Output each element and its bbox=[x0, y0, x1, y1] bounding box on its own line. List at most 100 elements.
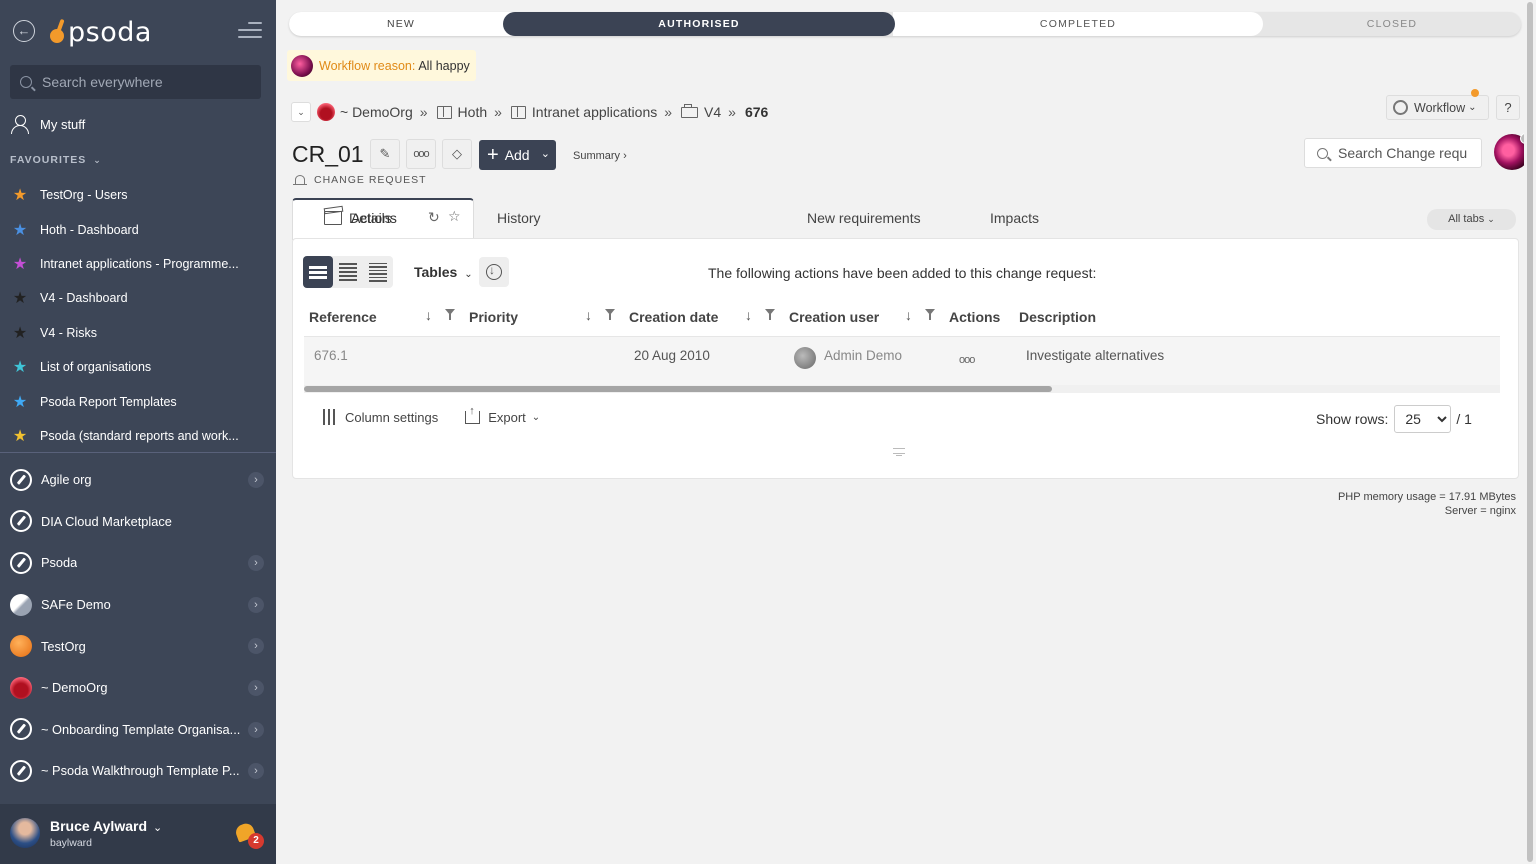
filter-icon[interactable] bbox=[605, 309, 615, 320]
chevron-right-icon[interactable]: › bbox=[248, 472, 264, 488]
sidebar-item-organisation[interactable]: ~ Psoda Walkthrough Template P... › bbox=[0, 750, 276, 792]
collapse-menu-icon[interactable] bbox=[238, 22, 262, 40]
resize-grip-icon[interactable] bbox=[893, 448, 905, 456]
favourite-item[interactable]: ★ V4 - Risks bbox=[10, 316, 270, 350]
compass-icon bbox=[10, 551, 32, 574]
chevron-right-icon[interactable]: › bbox=[248, 555, 264, 572]
chevron-down-icon[interactable]: ⌄ bbox=[291, 102, 311, 122]
sidebar-item-organisation[interactable]: ~ DemoOrg › bbox=[0, 667, 276, 709]
my-stuff-link[interactable]: My stuff bbox=[10, 114, 85, 134]
column-header-creation-date[interactable]: Creation date bbox=[629, 309, 718, 325]
tab-impacts[interactable]: Impacts bbox=[990, 210, 1039, 226]
breadcrumb-separator-icon: » bbox=[728, 104, 736, 120]
filter-icon[interactable] bbox=[445, 309, 455, 320]
export-button[interactable]: Export bbox=[488, 410, 526, 425]
chevron-right-icon[interactable]: › bbox=[248, 638, 264, 655]
download-button[interactable] bbox=[479, 257, 509, 287]
add-button[interactable]: + Add ⌄ bbox=[479, 140, 556, 170]
sort-arrow-icon[interactable]: ↓ bbox=[745, 307, 752, 323]
chevron-down-icon: ⌄ bbox=[1468, 102, 1477, 113]
all-tabs-button[interactable]: All tabs ⌄ bbox=[1427, 209, 1516, 230]
cell-reference[interactable]: 676.1 bbox=[314, 348, 348, 363]
favourite-item[interactable]: ★ TestOrg - Users bbox=[10, 178, 270, 212]
compass-icon bbox=[10, 510, 32, 533]
density-medium-icon[interactable] bbox=[333, 256, 363, 288]
sidebar-search bbox=[10, 65, 261, 99]
edit-button[interactable]: ✎ bbox=[370, 139, 400, 169]
column-header-description[interactable]: Description bbox=[1019, 309, 1096, 325]
tab-new-requirements[interactable]: New requirements bbox=[807, 210, 921, 226]
refresh-icon[interactable]: ↻ bbox=[428, 209, 440, 226]
favourites-heading[interactable]: FAVOURITES ⌄ bbox=[10, 154, 102, 166]
favourite-item[interactable]: ★ Psoda Report Templates bbox=[10, 384, 270, 418]
psoda-logo[interactable]: psoda bbox=[50, 14, 152, 50]
workflow-step-completed[interactable]: COMPLETED bbox=[893, 12, 1263, 36]
back-icon[interactable]: ← bbox=[13, 20, 35, 42]
show-rows-select[interactable]: 25 bbox=[1394, 405, 1452, 433]
breadcrumb-item-v4[interactable]: V4 » bbox=[681, 103, 745, 120]
programme-icon bbox=[510, 105, 526, 119]
panel-message: The following actions have been added to… bbox=[708, 265, 1097, 281]
summary-link[interactable]: Summary › bbox=[573, 150, 627, 162]
tag-button[interactable]: ◇ bbox=[442, 139, 472, 169]
workflow-button[interactable]: Workflow ⌄ bbox=[1386, 89, 1489, 120]
chevron-right-icon[interactable]: › bbox=[248, 679, 264, 696]
tab-history[interactable]: History bbox=[497, 210, 541, 226]
sidebar-item-organisation[interactable]: TestOrg › bbox=[0, 625, 276, 667]
column-header-priority[interactable]: Priority bbox=[469, 309, 518, 325]
sort-arrow-icon[interactable]: ↓ bbox=[425, 307, 432, 323]
breadcrumb-separator-icon: » bbox=[419, 104, 428, 120]
favourite-item[interactable]: ★ List of organisations bbox=[10, 350, 270, 384]
workflow-step-closed[interactable]: CLOSED bbox=[1263, 12, 1521, 36]
favourite-item[interactable]: ★ Intranet applications - Programme... bbox=[10, 247, 270, 281]
column-header-reference[interactable]: Reference bbox=[309, 309, 377, 325]
filter-icon[interactable] bbox=[765, 309, 775, 320]
favourite-label: Psoda (standard reports and work... bbox=[40, 428, 239, 443]
row-more-icon[interactable]: ooo bbox=[959, 354, 975, 366]
chevron-right-icon[interactable]: › bbox=[248, 721, 264, 738]
sort-arrow-icon[interactable]: ↓ bbox=[905, 307, 912, 323]
workflow-step-authorised[interactable]: AUTHORISED bbox=[503, 12, 895, 36]
search-everywhere-input[interactable] bbox=[42, 74, 242, 90]
sort-arrow-icon[interactable]: ↓ bbox=[585, 307, 592, 323]
favourite-star-icon[interactable]: ☆ bbox=[448, 208, 461, 225]
chevron-right-icon[interactable]: › bbox=[248, 596, 264, 613]
column-header-actions[interactable]: Actions bbox=[949, 309, 1000, 325]
sidebar-item-organisation[interactable]: Agile org › bbox=[0, 459, 276, 501]
search-change-requests-input[interactable] bbox=[1338, 145, 1468, 161]
scrollbar-thumb[interactable] bbox=[304, 386, 1052, 392]
help-button[interactable]: ? bbox=[1496, 95, 1520, 120]
breadcrumb-item-demoorg[interactable]: ~ DemoOrg » bbox=[317, 103, 437, 121]
organisation-label: ~ Psoda Walkthrough Template P... bbox=[41, 763, 240, 779]
cell-creation-user[interactable]: Admin Demo bbox=[824, 348, 902, 363]
breadcrumb-item-intranet-applications[interactable]: Intranet applications » bbox=[510, 104, 681, 120]
favourite-item[interactable]: ★ V4 - Dashboard bbox=[10, 281, 270, 315]
density-compact-icon[interactable] bbox=[363, 256, 393, 288]
organisations-list: Agile org › DIA Cloud Marketplace Psoda › SAF… bbox=[0, 459, 276, 792]
organisation-logo-icon bbox=[10, 635, 32, 658]
favourite-item[interactable]: ★ Psoda (standard reports and work... bbox=[10, 419, 270, 453]
column-header-creation-user[interactable]: Creation user bbox=[789, 309, 879, 325]
chevron-right-icon[interactable]: › bbox=[248, 763, 264, 780]
table-row[interactable]: 676.1 20 Aug 2010 Admin Demo ooo Investi… bbox=[304, 337, 1500, 385]
tables-dropdown[interactable]: Tables ⌄ bbox=[414, 264, 473, 280]
table-horizontal-scrollbar[interactable] bbox=[304, 385, 1500, 393]
breadcrumb-item-hoth[interactable]: Hoth » bbox=[436, 104, 511, 120]
sidebar-item-organisation[interactable]: SAFe Demo › bbox=[0, 584, 276, 626]
sidebar-item-organisation[interactable]: DIA Cloud Marketplace bbox=[0, 501, 276, 543]
favourite-star-icon: ★ bbox=[12, 427, 28, 445]
page-scrollbar-thumb[interactable] bbox=[1527, 2, 1533, 862]
page-scrollbar[interactable] bbox=[1524, 0, 1536, 864]
sidebar-item-organisation[interactable]: ~ Onboarding Template Organisa... › bbox=[0, 709, 276, 751]
chevron-down-icon: ⌄ bbox=[531, 411, 541, 423]
user-panel[interactable]: Bruce Aylward ⌄ baylward 2 bbox=[0, 804, 276, 864]
more-options-button[interactable]: ooo bbox=[406, 139, 436, 169]
density-large-icon[interactable] bbox=[303, 256, 333, 288]
sidebar-item-organisation[interactable]: Psoda › bbox=[0, 542, 276, 584]
tab-actions[interactable]: Actions ↻ ☆ bbox=[292, 198, 474, 240]
filter-icon[interactable] bbox=[925, 309, 935, 320]
user-name[interactable]: Bruce Aylward ⌄ bbox=[50, 818, 162, 834]
workflow-step-new[interactable]: NEW bbox=[289, 12, 513, 36]
favourite-item[interactable]: ★ Hoth - Dashboard bbox=[10, 212, 270, 246]
column-settings-button[interactable]: Column settings bbox=[345, 410, 438, 425]
